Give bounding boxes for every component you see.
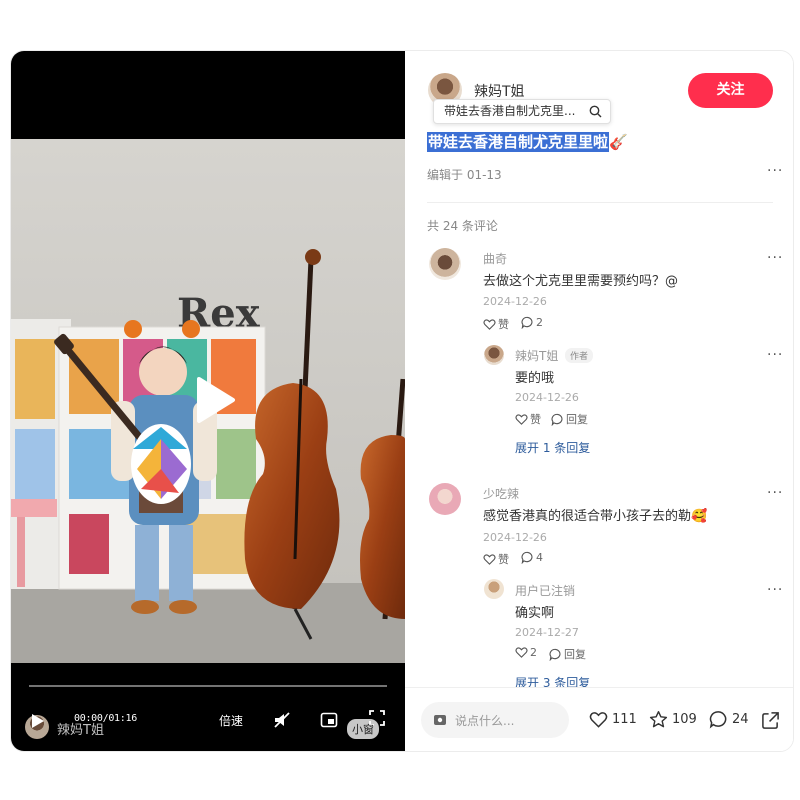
like-label: 赞 [530, 413, 541, 426]
heart-icon [589, 712, 608, 728]
pip-icon[interactable] [320, 711, 338, 729]
reply-label: 回复 [566, 413, 588, 426]
reply-button[interactable]: 4 [521, 551, 543, 564]
comment-more-icon[interactable]: ··· [767, 485, 783, 501]
like-button[interactable]: 赞 [483, 551, 509, 567]
reply-more-icon[interactable]: ··· [767, 582, 783, 598]
reply-text: 确实啊 [515, 606, 555, 621]
note-title-text: 带娃去香港自制尤克里里啦 [427, 132, 610, 152]
avatar[interactable] [429, 483, 461, 515]
smile-emoji-icon: 🥰 [691, 509, 708, 524]
mini-window-button[interactable]: 小窗 [347, 719, 379, 739]
speed-button[interactable]: 倍速 [219, 712, 243, 729]
collect-stat[interactable]: 109 [649, 710, 697, 729]
author-name[interactable]: 辣妈T姐 [474, 81, 525, 101]
like-label: 赞 [498, 553, 509, 566]
reply-more-icon[interactable]: ··· [767, 347, 783, 363]
video-play-icon[interactable] [181, 369, 243, 431]
video-time: 00:00/01:16 [74, 713, 137, 724]
comment-icon [709, 711, 727, 729]
like-label: 赞 [498, 318, 509, 331]
avatar[interactable] [484, 345, 504, 365]
avatar[interactable] [484, 579, 504, 599]
like-button[interactable]: 2 [515, 646, 537, 659]
share-icon[interactable] [761, 711, 780, 730]
like-count: 111 [612, 712, 637, 727]
reply-author[interactable]: 辣妈T姐 [515, 347, 558, 364]
like-stat[interactable]: 111 [589, 710, 637, 729]
heart-icon [483, 318, 496, 330]
comment-author[interactable]: 曲奇 [483, 250, 507, 267]
search-icon [589, 105, 602, 118]
reply-label: 回复 [564, 648, 586, 661]
divider [427, 202, 773, 203]
comment-count-stat: 24 [732, 712, 749, 727]
author-badge: 作者 [565, 348, 594, 363]
heart-icon [515, 413, 528, 425]
comment-input-placeholder: 说点什么... [455, 714, 515, 728]
note-more-icon[interactable]: ··· [767, 163, 783, 179]
avatar[interactable] [429, 248, 461, 280]
comment-text: 感觉香港真的很适合带小孩子去的勒🥰 [483, 505, 707, 524]
reply-author[interactable]: 用户已注销 [515, 582, 575, 599]
comment-date: 2024-12-26 [483, 531, 547, 544]
comment-icon [521, 551, 533, 564]
comment-text-body: 感觉香港真的很适合带小孩子去的勒 [483, 509, 692, 524]
note-card: Rex 辣妈T姐 00:00/01:16 倍速 小窗 辣妈T姐 关注 带娃去香港… [10, 50, 794, 752]
reply-text: 要的哦 [515, 371, 555, 386]
comment-text: 去做这个尤克里里需要预约吗？@ [483, 274, 679, 289]
search-suggestion[interactable]: 带娃去香港自制尤克里... [433, 99, 611, 124]
reply-date: 2024-12-27 [515, 626, 579, 639]
comment-input[interactable]: 说点什么... [421, 702, 569, 738]
comment-icon [551, 413, 563, 426]
reply-button[interactable]: 回复 [549, 646, 586, 662]
expand-replies-link[interactable]: 展开 1 条回复 [515, 439, 590, 456]
mute-icon[interactable] [273, 711, 291, 729]
star-icon [649, 710, 668, 728]
video-player[interactable]: Rex 辣妈T姐 00:00/01:16 倍速 小窗 [11, 51, 405, 751]
comment-date: 2024-12-26 [483, 295, 547, 308]
progress-bar[interactable] [29, 685, 387, 687]
like-count: 2 [530, 646, 537, 659]
reply-button[interactable]: 回复 [551, 411, 588, 427]
comment-stat[interactable]: 24 [709, 710, 749, 729]
edit-date: 编辑于 01-13 [427, 168, 502, 182]
comment-icon [521, 316, 533, 329]
reply-count: 2 [536, 316, 543, 329]
comment-count: 共 24 条评论 [427, 219, 498, 233]
reply-button[interactable]: 2 [521, 316, 543, 329]
reply-date: 2024-12-26 [515, 391, 579, 404]
image-icon [434, 715, 446, 725]
reply-count: 4 [536, 551, 543, 564]
guitar-emoji-icon: 🎸 [609, 133, 628, 151]
play-icon[interactable] [31, 713, 45, 729]
comment-author[interactable]: 少吃辣 [483, 485, 519, 502]
search-suggestion-text: 带娃去香港自制尤克里... [444, 104, 576, 118]
heart-icon [483, 553, 496, 565]
note-title: 带娃去香港自制尤克里里啦🎸 [427, 131, 628, 152]
bottom-action-bar: 说点什么... 111 109 24 [405, 687, 793, 751]
note-panel: 辣妈T姐 关注 带娃去香港自制尤克里... 带娃去香港自制尤克里里啦🎸 编辑于 … [405, 51, 793, 751]
like-button[interactable]: 赞 [483, 316, 509, 332]
comment-more-icon[interactable]: ··· [767, 250, 783, 266]
collect-count: 109 [672, 712, 697, 727]
like-button[interactable]: 赞 [515, 411, 541, 427]
heart-icon [515, 647, 528, 658]
comment-icon [549, 648, 561, 661]
follow-button[interactable]: 关注 [688, 73, 773, 108]
